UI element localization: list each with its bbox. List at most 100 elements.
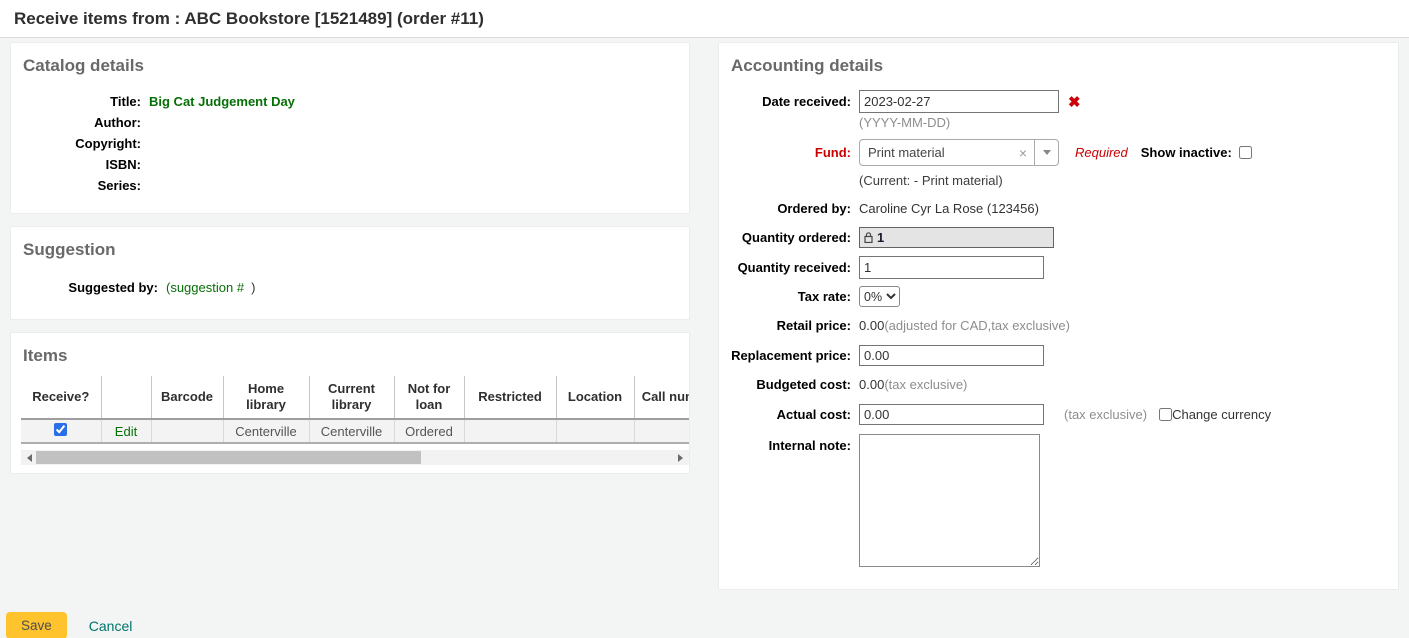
catalog-series-row: Series: [21,176,679,195]
quantity-ordered-value: 1 [877,230,884,245]
catalog-isbn-row: ISBN: [21,155,679,174]
scrollbar-thumb[interactable] [36,451,421,464]
budgeted-cost-label: Budgeted cost: [729,375,851,394]
barcode-cell [151,419,223,443]
actual-cost-label: Actual cost: [729,405,851,424]
catalog-copyright-row: Copyright: [21,134,679,153]
col-receive: Receive? [21,376,101,419]
date-received-row: Date received: ✖ [729,90,1388,113]
col-barcode: Barcode [151,376,223,419]
horizontal-scrollbar[interactable] [21,450,689,465]
budgeted-cost-note: (tax exclusive) [884,377,967,392]
retail-price-note: (adjusted for CAD,tax exclusive) [884,318,1070,333]
items-table-clip: Receive? Barcode Home library Current li… [21,376,689,444]
actual-cost-note: (tax exclusive) [1064,407,1147,422]
clear-date-icon[interactable]: ✖ [1068,93,1081,111]
retail-price-row: Retail price: 0.00(adjusted for CAD,tax … [729,316,1388,335]
show-inactive-label: Show inactive: [1141,145,1232,160]
suggestion-panel: Suggestion Suggested by: (suggestion # ) [10,226,690,320]
fund-clear-icon[interactable]: × [1012,145,1034,161]
replacement-price-label: Replacement price: [729,346,851,365]
table-row: Edit Centerville Centerville Ordered [21,419,689,443]
home-library-cell: Centerville [223,419,309,443]
fund-current-row: (Current: - Print material) [729,173,1388,188]
right-column: Accounting details Date received: ✖ (YYY… [718,42,1399,590]
quantity-ordered-input: 1 [859,227,1054,248]
restricted-cell [464,419,556,443]
actual-cost-row: Actual cost: (tax exclusive) Change curr… [729,404,1388,425]
col-home-library: Home library [223,376,309,419]
date-received-input[interactable] [859,90,1059,113]
quantity-received-input[interactable] [859,256,1044,279]
quantity-received-label: Quantity received: [729,258,851,277]
change-currency-checkbox[interactable] [1159,408,1172,421]
copyright-label: Copyright: [21,134,141,153]
suggestion-heading: Suggestion [11,227,689,262]
suggested-by-label: Suggested by: [21,278,158,297]
scroll-left-arrow-icon[interactable] [27,454,32,462]
location-cell [556,419,634,443]
call-number-cell [634,419,689,443]
internal-note-row: Internal note: [729,434,1388,567]
fund-required-text: Required [1075,145,1128,160]
form-actions: Save Cancel [6,612,1409,638]
tax-rate-row: Tax rate: 0% [729,286,1388,307]
quantity-ordered-label: Quantity ordered: [729,228,851,247]
retail-price-value: 0.00 [859,318,884,333]
date-received-label: Date received: [729,92,851,111]
fund-select[interactable]: Print material × [859,139,1059,166]
receive-cell [21,419,101,443]
replacement-price-input[interactable] [859,345,1044,366]
catalog-details-panel: Catalog details Title: Big Cat Judgement… [10,42,690,214]
page-header: Receive items from : ABC Bookstore [1521… [0,0,1409,38]
page-title: Receive items from : ABC Bookstore [1521… [14,9,484,29]
chevron-down-icon [1043,150,1051,155]
catalog-author-row: Author: [21,113,679,132]
show-inactive-checkbox[interactable] [1239,146,1252,159]
internal-note-textarea[interactable] [859,434,1040,567]
retail-price-label: Retail price: [729,316,851,335]
edit-cell: Edit [101,419,151,443]
scroll-right-arrow-icon[interactable] [678,454,683,462]
budgeted-cost-row: Budgeted cost: 0.00(tax exclusive) [729,375,1388,394]
lock-icon [864,232,873,243]
fund-label: Fund: [729,143,851,162]
title-label: Title: [21,92,141,111]
catalog-title-link[interactable]: Big Cat Judgement Day [149,94,295,109]
col-restricted: Restricted [464,376,556,419]
ordered-by-label: Ordered by: [729,199,851,218]
save-button[interactable]: Save [6,612,67,638]
series-label: Series: [21,176,141,195]
suggestion-link[interactable]: (suggestion # [166,280,244,295]
items-panel: Items Receive? Barcode H [10,332,690,474]
ordered-by-row: Ordered by: Caroline Cyr La Rose (123456… [729,199,1388,218]
catalog-title-row: Title: Big Cat Judgement Day [21,92,679,111]
tax-rate-label: Tax rate: [729,287,851,306]
quantity-received-row: Quantity received: [729,256,1388,279]
suggested-by-row: Suggested by: (suggestion # ) [21,278,679,297]
edit-item-link[interactable]: Edit [115,424,137,439]
author-label: Author: [21,113,141,132]
tax-rate-select[interactable]: 0% [859,286,900,307]
suggestion-fields: Suggested by: (suggestion # ) [11,262,689,319]
cancel-link[interactable]: Cancel [89,618,133,634]
main-content: Catalog details Title: Big Cat Judgement… [0,38,1409,590]
col-not-for-loan: Not for loan [394,376,464,419]
fund-dropdown-button[interactable] [1034,140,1058,165]
isbn-label: ISBN: [21,155,141,174]
ordered-by-value: Caroline Cyr La Rose (123456) [859,201,1039,216]
change-currency-label: Change currency [1172,407,1271,422]
receive-checkbox[interactable] [54,423,67,436]
col-call-number: Call number [634,376,689,419]
col-location: Location [556,376,634,419]
items-header-row: Receive? Barcode Home library Current li… [21,376,689,419]
items-heading: Items [11,333,689,368]
accounting-form: Date received: ✖ (YYYY-MM-DD) Fund: Prin… [719,78,1398,589]
quantity-ordered-row: Quantity ordered: 1 [729,227,1388,248]
col-edit [101,376,151,419]
budgeted-cost-value: 0.00 [859,377,884,392]
replacement-price-row: Replacement price: [729,345,1388,366]
actual-cost-input[interactable] [859,404,1044,425]
current-library-cell: Centerville [309,419,394,443]
date-format-hint-row: (YYYY-MM-DD) [729,115,1388,130]
